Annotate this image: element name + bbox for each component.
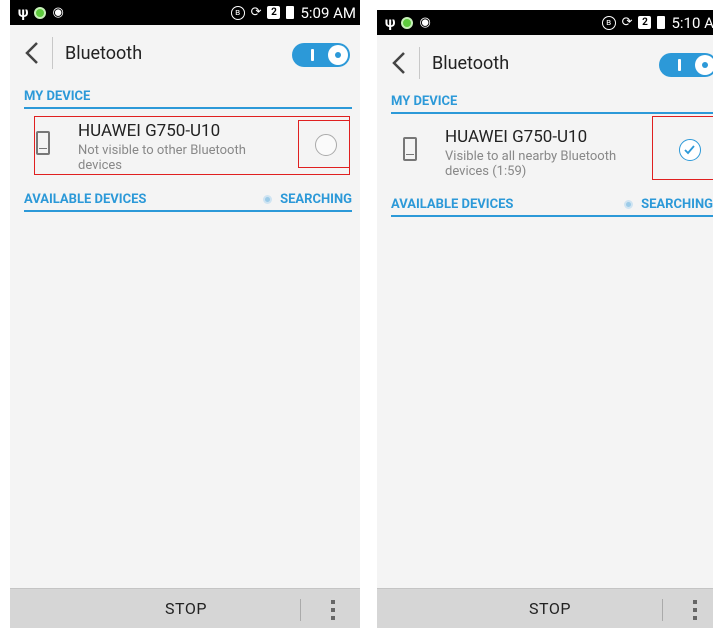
toggle-knob [328, 45, 348, 65]
phone-icon [403, 137, 417, 161]
sync-icon [401, 16, 414, 29]
toggle-on-mark [311, 49, 314, 61]
toggle-on-mark [678, 59, 681, 71]
overflow-menu-icon[interactable] [331, 600, 335, 620]
bluetooth-toggle[interactable] [292, 43, 350, 67]
searching-indicator: SEARCHING [263, 192, 352, 207]
android-icon: ◉ [52, 5, 64, 20]
my-device-header: MY DEVICE [24, 85, 352, 109]
searching-label: SEARCHING [641, 197, 713, 212]
available-devices-header: AVAILABLE DEVICES SEARCHING [391, 193, 713, 217]
page-title: Bluetooth [65, 42, 143, 64]
divider [662, 599, 663, 621]
sim-icon: 2 [638, 16, 652, 29]
bluetooth-icon: ʙ [601, 15, 616, 30]
android-icon: ◉ [419, 15, 431, 30]
clock: 5:10 AM [671, 13, 713, 32]
status-bar: ψ ◉ ʙ ⟳ 2 5:09 AM [10, 0, 360, 25]
device-name: HUAWEI G750-U10 [445, 127, 588, 147]
sync-icon [34, 6, 47, 19]
bluetooth-toggle[interactable] [659, 53, 713, 77]
divider [52, 37, 53, 69]
usb-icon: ψ [385, 14, 396, 31]
rotate-icon: ⟳ [621, 15, 633, 30]
bottom-bar: STOP [377, 588, 713, 628]
status-bar: ψ ◉ ʙ ⟳ 2 5:10 AM [377, 10, 713, 35]
spinner-icon [263, 195, 273, 204]
available-devices-header: AVAILABLE DEVICES SEARCHING [24, 188, 352, 212]
highlight-box-checkbox [652, 116, 713, 180]
toggle-knob [695, 55, 713, 75]
page-title: Bluetooth [432, 52, 510, 74]
action-bar: Bluetooth [377, 35, 713, 91]
section-title: AVAILABLE DEVICES [24, 192, 147, 207]
searching-label: SEARCHING [280, 192, 352, 207]
spinner-icon [624, 200, 634, 209]
my-device-header: MY DEVICE [391, 90, 713, 114]
stop-button[interactable]: STOP [529, 599, 571, 618]
divider [419, 47, 420, 79]
screen-before: ψ ◉ ʙ ⟳ 2 5:09 AM Bluetooth MY DEVICE HU… [10, 0, 360, 628]
battery-icon [657, 16, 666, 29]
divider [300, 599, 301, 621]
screen-after: ψ ◉ ʙ ⟳ 2 5:10 AM Bluetooth MY DEVICE HU… [377, 10, 713, 628]
section-title: MY DEVICE [391, 94, 458, 109]
rotate-icon: ⟳ [250, 5, 262, 20]
highlight-box-checkbox [298, 120, 350, 168]
clock: 5:09 AM [300, 3, 356, 22]
back-icon[interactable] [18, 33, 46, 73]
overflow-menu-icon[interactable] [693, 600, 697, 620]
back-icon[interactable] [385, 43, 413, 83]
bluetooth-icon: ʙ [230, 5, 245, 20]
usb-icon: ψ [18, 4, 29, 21]
section-title: AVAILABLE DEVICES [391, 197, 514, 212]
searching-indicator: SEARCHING [624, 197, 713, 212]
section-title: MY DEVICE [24, 89, 91, 104]
sim-icon: 2 [267, 6, 281, 19]
action-bar: Bluetooth [10, 25, 360, 81]
stop-button[interactable]: STOP [165, 599, 207, 618]
bottom-bar: STOP [10, 588, 360, 628]
battery-icon [286, 6, 295, 19]
device-visibility-status: Visible to all nearby Bluetooth devices … [445, 149, 617, 179]
